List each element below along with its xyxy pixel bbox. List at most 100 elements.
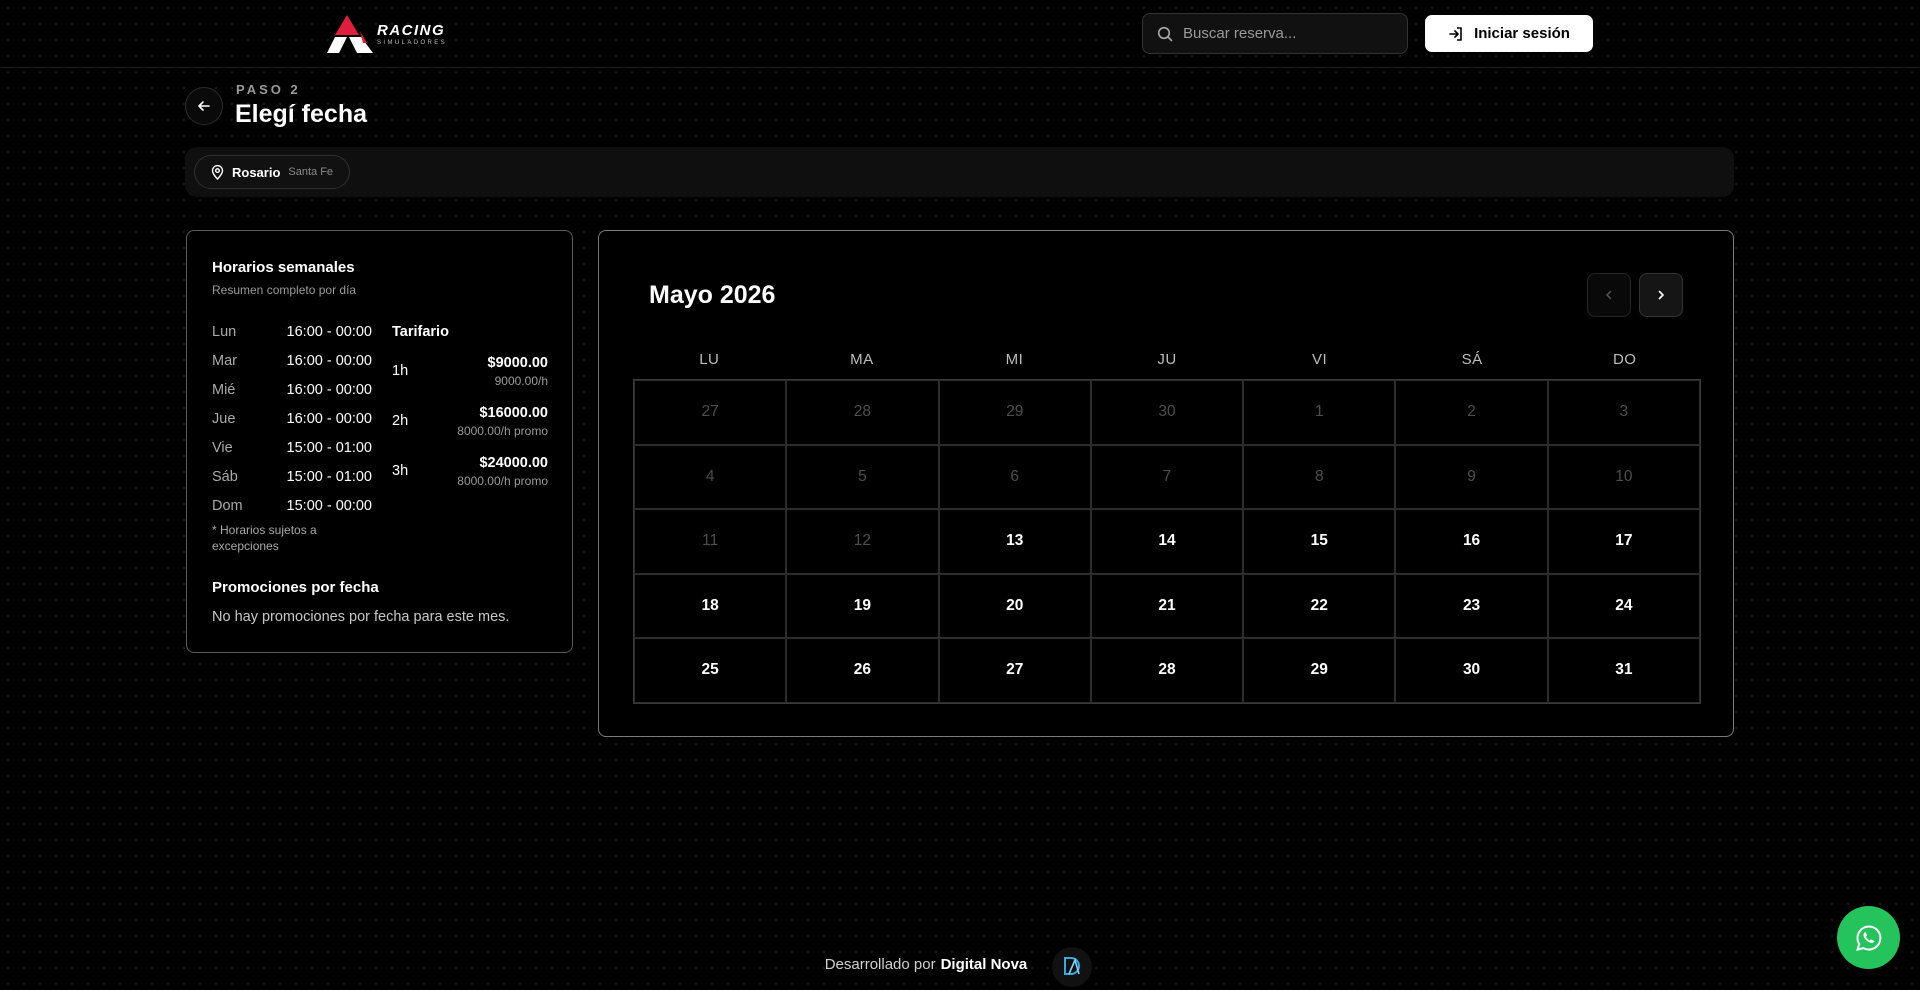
tarifario-rate: 9000.00/h (494, 373, 548, 388)
footer-prefix: Desarrollado por (824, 956, 936, 973)
calendar-month-title: Mayo 2026 (649, 281, 776, 309)
calendar-day-available[interactable]: 23 (1395, 573, 1548, 638)
calendar-day-available[interactable]: 14 (1090, 509, 1244, 574)
weekday-label: SÁ (1461, 351, 1483, 368)
calendar-day-disabled: 9 (1395, 444, 1548, 509)
location-city: Rosario (232, 164, 281, 180)
brand-tagline: SIMULADORES (377, 39, 448, 46)
login-button[interactable]: Iniciar sesión (1425, 15, 1593, 52)
schedule-time: 15:00 - 01:00 (286, 439, 372, 456)
whatsapp-button[interactable] (1837, 906, 1900, 969)
schedule-day: Mié (212, 381, 236, 398)
schedule-time: 15:00 - 01:00 (286, 468, 372, 485)
next-month-button[interactable] (1639, 273, 1683, 317)
hours-title: Horarios semanales (212, 259, 355, 276)
tarifario-price: $16000.00 (479, 404, 548, 421)
login-icon (1449, 26, 1462, 41)
schedule-day: Dom (212, 497, 243, 514)
schedule-row: Mié 16:00 - 00:00 (212, 375, 372, 404)
weekly-hours-card: Horarios semanales Resumen completo por … (186, 230, 573, 653)
schedule-day: Vie (212, 439, 233, 456)
search-icon (1157, 26, 1173, 41)
calendar-day-available[interactable]: 13 (938, 509, 1091, 574)
calendar-day-disabled: 2 (1395, 380, 1548, 445)
calendar-day-available[interactable]: 30 (1395, 638, 1548, 703)
chevron-left-icon (1606, 290, 1612, 300)
calendar-day-disabled: 4 (634, 444, 787, 509)
schedule-time: 16:00 - 00:00 (286, 352, 372, 369)
step-label: PASO 2 (236, 82, 301, 97)
tarifario-row: 2h $16000.00 8000.00/h promo (392, 396, 548, 446)
calendar-day-disabled: 29 (938, 380, 1091, 445)
calendar-day-available[interactable]: 22 (1243, 573, 1396, 638)
weekday-label: DO (1612, 351, 1637, 368)
calendar-day-available[interactable]: 24 (1547, 573, 1700, 638)
weekday-label: VI (1311, 351, 1328, 368)
back-button[interactable] (185, 87, 223, 125)
promotions-title: Promociones por fecha (212, 579, 379, 596)
schedule-time: 15:00 - 00:00 (286, 497, 372, 514)
calendar-day-available[interactable]: 31 (1547, 638, 1700, 703)
weekday-label: JU (1157, 351, 1177, 368)
schedule-row: Dom 15:00 - 00:00 (212, 491, 372, 520)
schedule-row: Jue 16:00 - 00:00 (212, 404, 372, 433)
weekday-header: LU MA MI JU VI SÁ DO (633, 351, 1701, 368)
calendar-day-available[interactable]: 17 (1547, 509, 1700, 574)
location-chip[interactable]: Rosario Santa Fe (194, 155, 351, 189)
calendar-day-disabled: 12 (786, 509, 939, 574)
search-input[interactable] (1183, 25, 1393, 42)
calendar-day-available[interactable]: 15 (1243, 509, 1396, 574)
brand-logo[interactable]: RACING SIMULADORES (327, 12, 459, 56)
tarifario: Tarifario 1h $9000.00 9000.00/h 2h $16000… (392, 317, 548, 496)
calendar-day-available[interactable]: 16 (1395, 509, 1548, 574)
schedule-day: Lun (212, 323, 237, 340)
location-bar: Rosario Santa Fe (185, 147, 1734, 197)
hours-note: * Horarios sujetos a excepciones (212, 523, 317, 554)
calendar-day-disabled: 3 (1547, 380, 1700, 445)
login-button-label: Iniciar sesión (1474, 25, 1570, 42)
calendar-day-available[interactable]: 28 (1090, 638, 1244, 703)
tarifario-duration: 3h (392, 463, 409, 479)
schedule-day: Mar (212, 352, 237, 369)
map-pin-icon (211, 164, 224, 180)
calendar-day-disabled: 1 (1243, 380, 1396, 445)
calendar-day-disabled: 27 (634, 380, 787, 445)
search-box[interactable] (1142, 13, 1408, 54)
whatsapp-icon (1855, 924, 1881, 951)
calendar-day-disabled: 6 (938, 444, 1091, 509)
tarifario-title: Tarifario (392, 323, 449, 340)
prev-month-button[interactable] (1587, 273, 1631, 317)
location-province: Santa Fe (288, 166, 334, 178)
schedule-time: 16:00 - 00:00 (286, 381, 372, 398)
schedule-day: Sáb (212, 468, 238, 485)
calendar-day-disabled: 10 (1547, 444, 1700, 509)
tarifario-duration: 1h (392, 363, 409, 379)
page-title: Elegí fecha (235, 100, 367, 128)
calendar-day-available[interactable]: 21 (1090, 573, 1244, 638)
schedule-list: Lun 16:00 - 00:00 Mar 16:00 - 00:00 Mié 16:… (212, 317, 372, 520)
footer-company[interactable]: Digital Nova (941, 956, 1028, 973)
calendar-day-disabled: 8 (1243, 444, 1396, 509)
chevron-right-icon (1658, 290, 1664, 300)
calendar-day-available[interactable]: 18 (634, 573, 787, 638)
calendar-day-available[interactable]: 25 (634, 638, 787, 703)
calendar-day-disabled: 5 (786, 444, 939, 509)
weekday-label: MI (1005, 351, 1024, 368)
top-bar: RACING SIMULADORES Iniciar sesión (0, 0, 1920, 68)
schedule-row: Vie 15:00 - 01:00 (212, 433, 372, 462)
tarifario-price: $9000.00 (487, 354, 548, 371)
calendar-day-available[interactable]: 29 (1243, 638, 1396, 703)
calendar-day-available[interactable]: 19 (786, 573, 939, 638)
schedule-row: Sáb 15:00 - 01:00 (212, 462, 372, 491)
tarifario-row: 3h $24000.00 8000.00/h promo (392, 446, 548, 496)
digital-nova-logo-icon[interactable] (1052, 947, 1092, 987)
calendar-card: Mayo 2026 LU MA MI JU VI SÁ DO 27 28 29 30 1… (598, 230, 1734, 737)
calendar-day-available[interactable]: 26 (786, 638, 939, 703)
promotions-empty-text: No hay promociones por fecha para este m… (212, 609, 510, 625)
calendar-grid: 27 28 29 30 1 2 3 4 5 6 7 8 9 10 11 12 13 14 15 16 17 18 19 20 2… (633, 379, 1701, 704)
calendar-day-available[interactable]: 27 (938, 638, 1091, 703)
schedule-time: 16:00 - 00:00 (286, 323, 372, 340)
tarifario-rate: 8000.00/h promo (457, 473, 548, 488)
calendar-day-available[interactable]: 20 (938, 573, 1091, 638)
calendar-day-disabled: 28 (786, 380, 939, 445)
